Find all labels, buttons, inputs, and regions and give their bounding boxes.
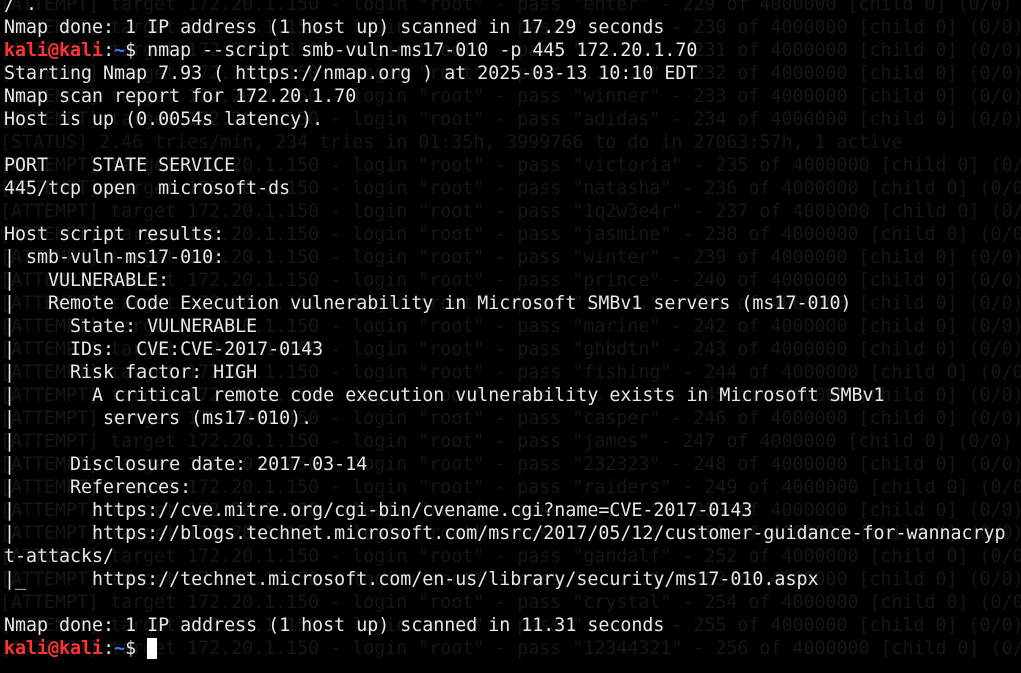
prompt-symbol: $ xyxy=(125,638,137,659)
output-line: | References: xyxy=(4,477,192,498)
output-line: / . xyxy=(4,0,38,15)
terminal-window[interactable]: [ATTEMPT] target 172.20.1.150 - login "r… xyxy=(0,0,1021,673)
output-line: | servers (ms17-010). xyxy=(4,408,313,429)
output-line: |_ https://technet.microsoft.com/en-us/l… xyxy=(4,569,819,590)
output-line: | VULNERABLE: xyxy=(4,270,170,291)
output-line: | https://cve.mitre.org/cgi-bin/cvename.… xyxy=(4,500,753,521)
prompt-path: ~ xyxy=(114,638,126,659)
output-line: | IDs: CVE:CVE-2017-0143 xyxy=(4,339,324,360)
prompt-path: ~ xyxy=(114,40,126,61)
output-line: | Remote Code Execution vulnerability in… xyxy=(4,293,852,314)
output-line: | A critical remote code execution vulne… xyxy=(4,385,885,406)
output-line: Host script results: xyxy=(4,224,225,245)
output-line: Nmap done: 1 IP address (1 host up) scan… xyxy=(4,17,665,38)
text-cursor[interactable] xyxy=(147,638,158,659)
output-line: | State: VULNERABLE xyxy=(4,316,258,337)
output-line: | https://blogs.technet.microsoft.com/ms… xyxy=(4,523,1006,544)
command-text xyxy=(136,638,147,659)
output-line: Nmap done: 1 IP address (1 host up) scan… xyxy=(4,615,665,636)
output-line: PORT STATE SERVICE xyxy=(4,155,236,176)
prompt-separator: : xyxy=(103,40,115,61)
prompt-separator: : xyxy=(103,638,115,659)
terminal-output: / . Nmap done: 1 IP address (1 host up) s… xyxy=(4,0,1021,660)
output-line: Starting Nmap 7.93 ( https://nmap.org ) … xyxy=(4,63,698,84)
output-line: | Disclosure date: 2017-03-14 xyxy=(4,454,368,475)
output-line: | smb-vuln-ms17-010: xyxy=(4,247,225,268)
output-line: | Risk factor: HIGH xyxy=(4,362,258,383)
command-text: nmap --script smb-vuln-ms17-010 -p 445 1… xyxy=(136,40,698,61)
output-line: Host is up (0.0054s latency). xyxy=(4,109,324,130)
output-line: 445/tcp open microsoft-ds xyxy=(4,178,291,199)
prompt-line: kali@kali:~$ xyxy=(4,637,1021,660)
prompt-symbol: $ xyxy=(125,40,137,61)
prompt-line: kali@kali:~$ nmap --script smb-vuln-ms17… xyxy=(4,39,1021,62)
output-line: t-attacks/ xyxy=(4,546,115,567)
prompt-user-host: kali@kali xyxy=(4,40,104,61)
output-line: | xyxy=(4,431,16,452)
output-line: Nmap scan report for 172.20.1.70 xyxy=(4,86,357,107)
prompt-user-host: kali@kali xyxy=(4,638,104,659)
